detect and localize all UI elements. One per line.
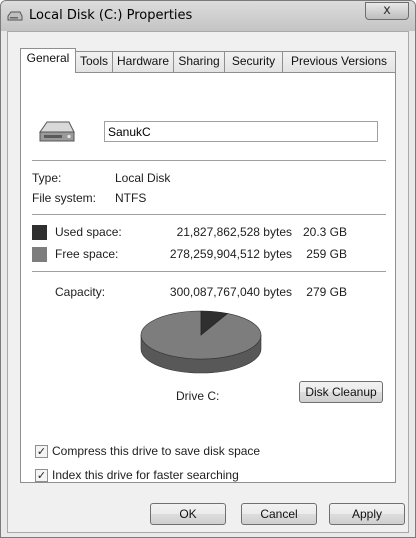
ok-button[interactable]: OK <box>150 503 226 525</box>
capacity-label: Capacity: <box>55 285 106 299</box>
compress-label[interactable]: Compress this drive to save disk space <box>52 444 260 458</box>
tab-general[interactable]: General <box>20 48 76 73</box>
disk-cleanup-button[interactable]: Disk Cleanup <box>299 381 383 403</box>
type-label: Type: <box>32 171 62 185</box>
file-system-value: NTFS <box>115 191 147 205</box>
drive-caption: Drive C: <box>176 389 220 403</box>
used-space-swatch <box>32 225 47 240</box>
properties-window: Local Disk (C:) Properties x General Too… <box>0 0 416 538</box>
capacity-gb: 279 GB <box>306 285 347 299</box>
index-checkbox[interactable]: ✓ <box>35 469 48 482</box>
drive-name-input[interactable] <box>104 121 378 142</box>
tab-hardware[interactable]: Hardware <box>112 51 174 72</box>
general-tab-panel: Type: Local Disk File system: NTFS Used … <box>20 72 396 483</box>
window-title: Local Disk (C:) Properties <box>29 8 193 23</box>
index-label[interactable]: Index this drive for faster searching <box>52 468 239 482</box>
hard-drive-icon <box>39 121 75 142</box>
file-system-label: File system: <box>32 191 97 205</box>
used-space-gb: 20.3 GB <box>302 225 347 239</box>
capacity-bytes: 300,087,767,040 bytes <box>169 285 292 299</box>
free-space-bytes: 278,259,904,512 bytes <box>169 247 292 261</box>
tab-sharing[interactable]: Sharing <box>173 51 225 72</box>
compress-checkbox[interactable]: ✓ <box>35 445 48 458</box>
divider <box>32 214 386 215</box>
title-bar[interactable]: Local Disk (C:) Properties x <box>1 1 415 31</box>
tab-previous-versions[interactable]: Previous Versions <box>282 51 396 72</box>
dialog-body: General Tools Hardware Sharing Security … <box>7 31 409 533</box>
close-button[interactable]: x <box>365 2 409 20</box>
apply-button[interactable]: Apply <box>329 503 405 525</box>
tab-security[interactable]: Security <box>224 51 283 72</box>
divider <box>32 271 386 272</box>
used-space-label: Used space: <box>55 225 122 239</box>
free-space-gb: 259 GB <box>306 247 347 261</box>
drive-icon <box>7 11 23 21</box>
free-space-label: Free space: <box>55 247 119 261</box>
tab-tools[interactable]: Tools <box>75 51 113 72</box>
free-space-swatch <box>32 247 47 262</box>
cancel-button[interactable]: Cancel <box>241 503 317 525</box>
divider <box>32 160 386 161</box>
type-value: Local Disk <box>115 171 171 185</box>
disk-usage-pie <box>140 310 262 374</box>
used-space-bytes: 21,827,862,528 bytes <box>176 225 292 239</box>
